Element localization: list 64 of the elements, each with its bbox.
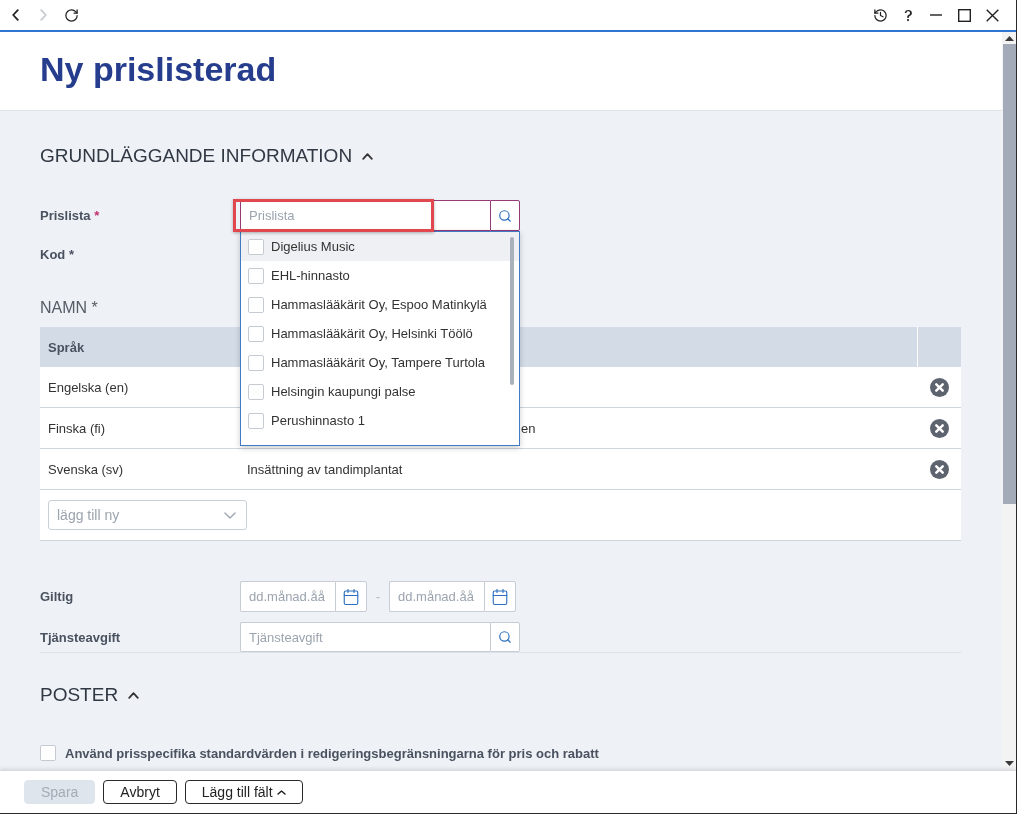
date-input[interactable]: dd.månad.åå: [389, 581, 484, 612]
calendar-button[interactable]: [335, 581, 367, 612]
history-icon: [872, 7, 888, 23]
checkbox[interactable]: [248, 412, 264, 429]
section-heading: GRUNDLÄGGANDE INFORMATION: [40, 144, 353, 168]
scroll-down-icon[interactable]: [1004, 761, 1014, 766]
checkbox[interactable]: [248, 296, 264, 313]
x-circle-icon: [929, 418, 949, 438]
calendar-icon: [491, 587, 509, 606]
service-fee-input[interactable]: Tjänsteavgift: [240, 622, 490, 652]
date-input[interactable]: dd.månad.åå: [240, 581, 335, 612]
field-label: Giltig: [40, 589, 74, 604]
footer-button[interactable]: Lägg till fält: [184, 780, 303, 804]
footer-button[interactable]: Avbryt: [103, 780, 177, 804]
remove-button[interactable]: [929, 377, 949, 397]
dropdown-option[interactable]: Digelius Music: [241, 232, 519, 261]
table-cell: Engelska (en): [48, 379, 129, 395]
calendar-icon: [342, 587, 360, 606]
checkbox[interactable]: [248, 238, 264, 255]
dropdown-option[interactable]: Helsingin kaupungi palse: [241, 377, 519, 406]
dropdown-option[interactable]: Hammaslääkärit Oy, Espoo Matinkylä: [241, 290, 519, 319]
table-cell: Finska (fi): [48, 420, 106, 436]
x-circle-icon: [929, 459, 949, 479]
checkbox[interactable]: [248, 383, 264, 400]
minimize-icon: [930, 14, 942, 16]
checkbox[interactable]: [248, 354, 264, 371]
close-icon: [985, 8, 999, 22]
back-icon: [11, 9, 19, 21]
dropdown-option[interactable]: Hammaslääkärit Oy, Helsinki Töölö: [241, 319, 519, 348]
table-cell: en: [521, 420, 536, 436]
x-circle-icon: [929, 377, 949, 397]
table-cell: Svenska (sv): [48, 461, 124, 477]
dropdown-option[interactable]: Hammaslääkärit Oy, Tampere Turtola: [241, 348, 519, 377]
caret-icon: [276, 789, 286, 795]
dropdown-option[interactable]: EHL-hinnasto: [241, 261, 519, 290]
page-title: Ny prislisterad: [40, 49, 277, 89]
scroll-up-icon[interactable]: [1004, 36, 1014, 41]
section-heading: POSTER: [40, 683, 119, 707]
search-icon: [498, 630, 512, 644]
scrollbar-thumb[interactable]: [1002, 44, 1016, 504]
table-cell: Insättning av tandimplantat: [247, 461, 403, 477]
search-icon: [498, 208, 512, 223]
scrollbar-thumb[interactable]: [510, 237, 514, 385]
search-button[interactable]: [490, 200, 520, 231]
checkbox[interactable]: [248, 267, 264, 284]
field-label: Tjänsteavgift: [40, 629, 121, 645]
column-header: Språk: [48, 339, 85, 355]
remove-button[interactable]: [929, 418, 949, 438]
checkbox[interactable]: [248, 325, 264, 342]
range-separator: -: [374, 589, 382, 604]
checkbox-label: Använd prisspecifika standardvärden i redigeringsbegränsningarna för pris och rabatt: [65, 745, 599, 761]
subsection-heading: NAMN *: [40, 298, 98, 318]
chevron-up-icon[interactable]: [362, 152, 374, 160]
field-label: Prislista *: [40, 208, 100, 223]
maximize-icon: [957, 8, 971, 22]
dropdown-option[interactable]: Perushinnasto 1: [241, 406, 519, 435]
calendar-button[interactable]: [484, 581, 516, 612]
chevron-up-icon[interactable]: [128, 691, 140, 699]
field-label: Kod *: [40, 247, 74, 262]
reload-icon: [63, 7, 79, 23]
chevron-down-icon: [224, 511, 236, 519]
forward-icon: [39, 9, 47, 21]
checkbox[interactable]: [40, 745, 56, 761]
remove-button[interactable]: [929, 459, 949, 479]
